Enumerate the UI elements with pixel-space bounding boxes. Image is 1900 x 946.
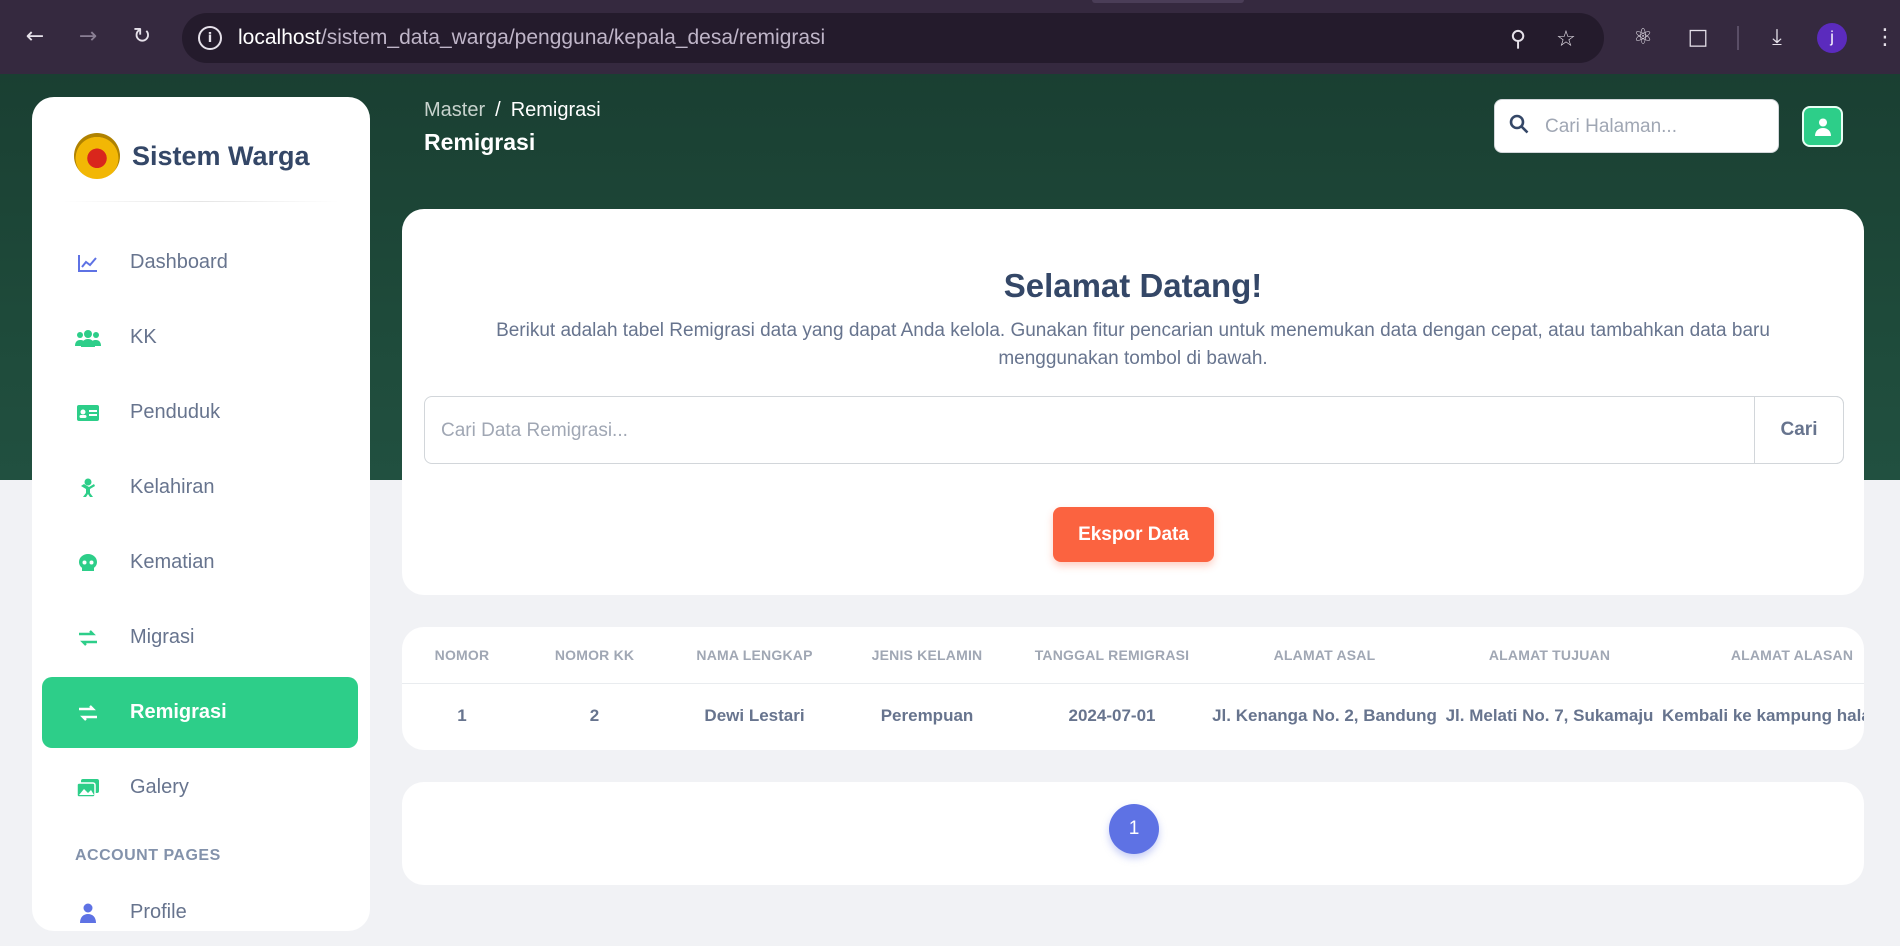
welcome-card: Selamat Datang! Berikut adalah tabel Rem… xyxy=(402,209,1864,595)
sidebar-section-title: ACCOUNT PAGES xyxy=(75,847,221,864)
sidebar-item-dashboard[interactable]: Dashboard xyxy=(42,227,358,298)
browser-toolbar: ← → ↻ i localhost/sistem_data_warga/peng… xyxy=(0,0,1900,74)
id-card-icon xyxy=(71,404,105,421)
welcome-heading: Selamat Datang! xyxy=(1003,267,1263,304)
forward-icon[interactable]: → xyxy=(73,22,103,52)
table-cell: 1 xyxy=(457,706,467,726)
tab-indicator xyxy=(1092,0,1244,3)
sidebar-item-label: Profile xyxy=(130,901,187,923)
column-header: Alamat Asal xyxy=(1212,627,1437,684)
extensions-icon[interactable]: □ xyxy=(1683,22,1713,52)
data-search-input[interactable] xyxy=(441,415,1731,447)
reload-icon[interactable]: ↻ xyxy=(127,22,157,52)
back-icon[interactable]: ← xyxy=(20,22,50,52)
sidebar-item-remigrasi[interactable]: Remigrasi xyxy=(42,677,358,748)
table-row: 1 2 Dewi Lestari Perempuan 2024-07-01 Jl… xyxy=(402,683,1864,749)
column-header: Nomor KK xyxy=(522,627,667,684)
user-account-button[interactable] xyxy=(1802,106,1843,147)
exchange-icon xyxy=(71,629,105,646)
address-bar[interactable]: i localhost/sistem_data_warga/pengguna/k… xyxy=(182,13,1604,63)
sidebar-item-label: Kelahiran xyxy=(130,476,215,498)
sidebar-item-penduduk[interactable]: Penduduk xyxy=(42,377,358,448)
column-header: Nomor xyxy=(402,627,522,684)
sidebar-divider xyxy=(62,201,340,202)
search-icon xyxy=(1509,114,1529,139)
sidebar-item-galery[interactable]: Galery xyxy=(42,752,358,823)
sidebar-item-label: Remigrasi xyxy=(130,701,227,723)
chart-icon xyxy=(71,254,105,272)
table-cell: 2024-07-01 xyxy=(1068,706,1156,726)
users-icon xyxy=(71,329,105,347)
brand-logo xyxy=(74,133,120,179)
data-table-card: Nomor Nomor KK Nama Lengkap Jenis Kelami… xyxy=(402,627,1864,750)
page-title: Remigrasi xyxy=(424,129,536,155)
download-icon[interactable]: ⤓ xyxy=(1762,22,1792,52)
sidebar-item-label: KK xyxy=(130,326,157,348)
welcome-text: Berikut adalah tabel Remigrasi data yang… xyxy=(496,320,1770,369)
breadcrumb: Master / Remigrasi xyxy=(424,99,601,122)
menu-kebab-icon[interactable]: ⋮ xyxy=(1870,22,1900,52)
breadcrumb-current: Remigrasi xyxy=(510,99,601,121)
page-search-box xyxy=(1494,99,1779,153)
table-cell: Perempuan xyxy=(880,706,974,726)
sidebar-item-label: Penduduk xyxy=(130,401,221,423)
skull-icon xyxy=(71,553,105,572)
column-header: Jenis Kelamin xyxy=(842,627,1012,684)
sidebar-item-migrasi[interactable]: Migrasi xyxy=(42,602,358,673)
sidebar-item-label: Galery xyxy=(130,776,189,798)
sidebar-item-kelahiran[interactable]: Kelahiran xyxy=(42,452,358,523)
sidebar-item-profile[interactable]: Profile xyxy=(42,877,358,931)
baby-icon xyxy=(71,478,105,498)
browser-profile-avatar[interactable]: j xyxy=(1817,23,1847,53)
remigrasi-table: Nomor Nomor KK Nama Lengkap Jenis Kelami… xyxy=(402,627,1864,749)
table-cell: Kembali ke kampung halaman xyxy=(1662,706,1864,726)
react-devtools-icon[interactable]: ⚛ xyxy=(1628,22,1658,52)
exchange-icon xyxy=(71,704,105,721)
user-icon xyxy=(1814,118,1831,136)
bookmark-star-icon[interactable]: ☆ xyxy=(1552,25,1580,53)
pagination-card: 1 xyxy=(402,782,1864,885)
brand-title: Sistem Warga xyxy=(132,140,310,171)
column-header: Alamat Alasan xyxy=(1662,627,1864,684)
page-search-input[interactable] xyxy=(1545,112,1765,142)
page-number-button[interactable]: 1 xyxy=(1109,804,1159,854)
breadcrumb-separator: / xyxy=(495,99,501,121)
sidebar-item-kk[interactable]: KK xyxy=(42,302,358,373)
table-header-row: Nomor Nomor KK Nama Lengkap Jenis Kelami… xyxy=(402,627,1864,684)
column-header: Tanggal Remigrasi xyxy=(1012,627,1212,684)
sidebar-item-label: Migrasi xyxy=(130,626,195,648)
site-info-icon[interactable]: i xyxy=(198,26,222,50)
sidebar-item-label: Kematian xyxy=(130,551,215,573)
toolbar-divider xyxy=(1737,26,1739,50)
sidebar: Sistem Warga Dashboard KK Penduduk Kelah… xyxy=(32,97,370,931)
table-cell: Dewi Lestari xyxy=(704,706,805,726)
images-icon xyxy=(71,778,105,797)
table-cell: 2 xyxy=(589,706,600,726)
column-header: Alamat Tujuan xyxy=(1437,627,1662,684)
zoom-icon[interactable]: ⚲ xyxy=(1504,25,1532,53)
data-search-group: Cari xyxy=(424,396,1844,464)
search-button[interactable]: Cari xyxy=(1754,396,1844,464)
column-header: Nama Lengkap xyxy=(667,627,842,684)
export-data-button[interactable]: Ekspor Data xyxy=(1053,507,1214,562)
sidebar-item-kematian[interactable]: Kematian xyxy=(42,527,358,598)
table-cell: Jl. Melati No. 7, Sukamaju xyxy=(1445,706,1654,726)
user-icon xyxy=(71,903,105,923)
url-text[interactable]: localhost/sistem_data_warga/pengguna/kep… xyxy=(238,26,825,50)
sidebar-item-label: Dashboard xyxy=(130,251,228,273)
brand[interactable]: Sistem Warga xyxy=(74,133,310,179)
table-cell: Jl. Kenanga No. 2, Bandung xyxy=(1212,706,1437,726)
breadcrumb-parent[interactable]: Master xyxy=(424,99,485,121)
